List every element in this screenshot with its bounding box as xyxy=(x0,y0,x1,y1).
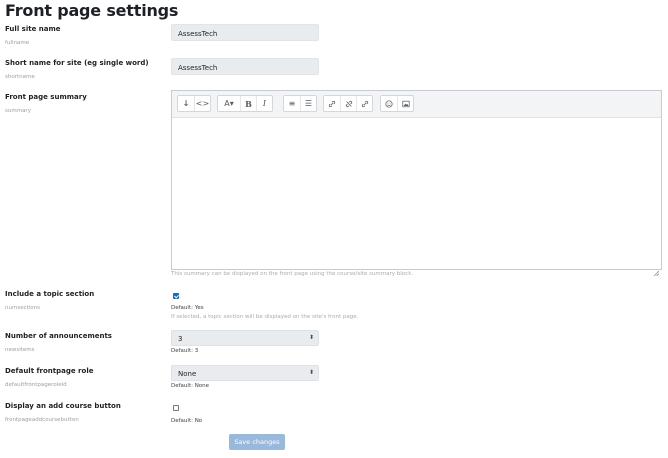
addcourse-label: Display an add course button xyxy=(5,402,121,410)
save-button[interactable]: Save changes xyxy=(229,434,285,450)
toolbar-group-links xyxy=(323,95,373,112)
fullname-input[interactable]: AssessTech xyxy=(171,24,319,41)
unlink-icon[interactable] xyxy=(340,96,356,111)
summary-editor[interactable]: ↓ <> A▾ B I ≡ ☰ xyxy=(171,90,662,277)
select-arrows-icon: ⬍ xyxy=(308,369,314,376)
paragraph-icon[interactable]: ↓ xyxy=(178,96,194,111)
role-label: Default frontpage role xyxy=(5,367,94,375)
announcements-label: Number of announcements xyxy=(5,332,112,340)
italic-icon[interactable]: I xyxy=(256,96,272,111)
toolbar-group-media xyxy=(380,95,414,112)
topic-label: Include a topic section xyxy=(5,290,95,298)
summary-key: summary xyxy=(5,108,31,114)
shortname-label: Short name for site (eg single word) xyxy=(5,59,149,67)
select-arrows-icon: ⬍ xyxy=(308,334,314,341)
page-title: Front page settings xyxy=(5,1,179,20)
link-alt-icon[interactable] xyxy=(356,96,372,111)
announcements-select[interactable]: 3 ⬍ xyxy=(171,330,319,346)
summary-label: Front page summary xyxy=(5,93,87,101)
shortname-key: shortname xyxy=(5,74,35,80)
topic-checkbox[interactable] xyxy=(173,293,179,299)
link-icon[interactable] xyxy=(324,96,340,111)
image-icon[interactable] xyxy=(397,96,413,111)
topic-help: If selected, a topic section will be dis… xyxy=(171,314,359,320)
unordered-list-icon[interactable]: ≡ xyxy=(284,96,300,111)
role-select[interactable]: None ⬍ xyxy=(171,365,319,381)
toolbar-group-format: ↓ <> xyxy=(177,95,211,112)
role-key: defaultfrontpageroleid xyxy=(5,382,67,388)
addcourse-default: Default: No xyxy=(171,418,203,424)
topic-default: Default: Yes xyxy=(171,305,204,311)
summary-help: This summary can be displayed on the fro… xyxy=(171,271,414,277)
font-style-icon[interactable]: A▾ xyxy=(218,96,240,111)
editor-toolbar: ↓ <> A▾ B I ≡ ☰ xyxy=(172,91,661,118)
toolbar-group-style: A▾ B I xyxy=(217,95,273,112)
addcourse-key: frontpageaddcoursebutton xyxy=(5,417,79,423)
announcements-value: 3 xyxy=(178,335,183,343)
shortname-input[interactable]: AssessTech xyxy=(171,58,319,75)
ordered-list-icon[interactable]: ☰ xyxy=(300,96,316,111)
topic-key: numsections xyxy=(5,305,41,311)
announcements-key: newsitems xyxy=(5,347,35,353)
fullname-key: fullname xyxy=(5,40,30,46)
emoji-icon[interactable] xyxy=(381,96,397,111)
announcements-default: Default: 3 xyxy=(171,348,199,354)
code-icon[interactable]: <> xyxy=(194,96,210,111)
role-default: Default: None xyxy=(171,383,210,389)
role-value: None xyxy=(178,370,197,378)
toolbar-group-lists: ≡ ☰ xyxy=(283,95,317,112)
resize-handle-icon[interactable] xyxy=(653,261,660,277)
fullname-label: Full site name xyxy=(5,25,61,33)
addcourse-checkbox[interactable] xyxy=(173,405,179,411)
bold-icon[interactable]: B xyxy=(240,96,256,111)
